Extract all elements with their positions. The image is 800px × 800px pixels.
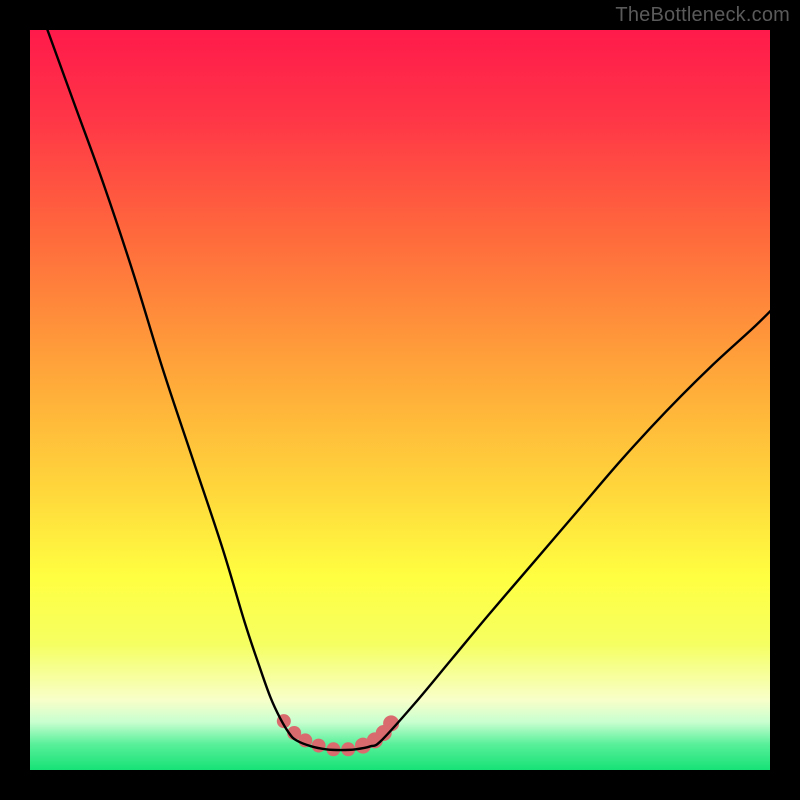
curve-layer [30, 30, 770, 770]
plot-area [30, 30, 770, 770]
bottleneck-curve [45, 30, 770, 750]
watermark-text: TheBottleneck.com [615, 4, 790, 27]
valley-marker [312, 739, 326, 753]
outer-frame: TheBottleneck.com [0, 0, 800, 800]
